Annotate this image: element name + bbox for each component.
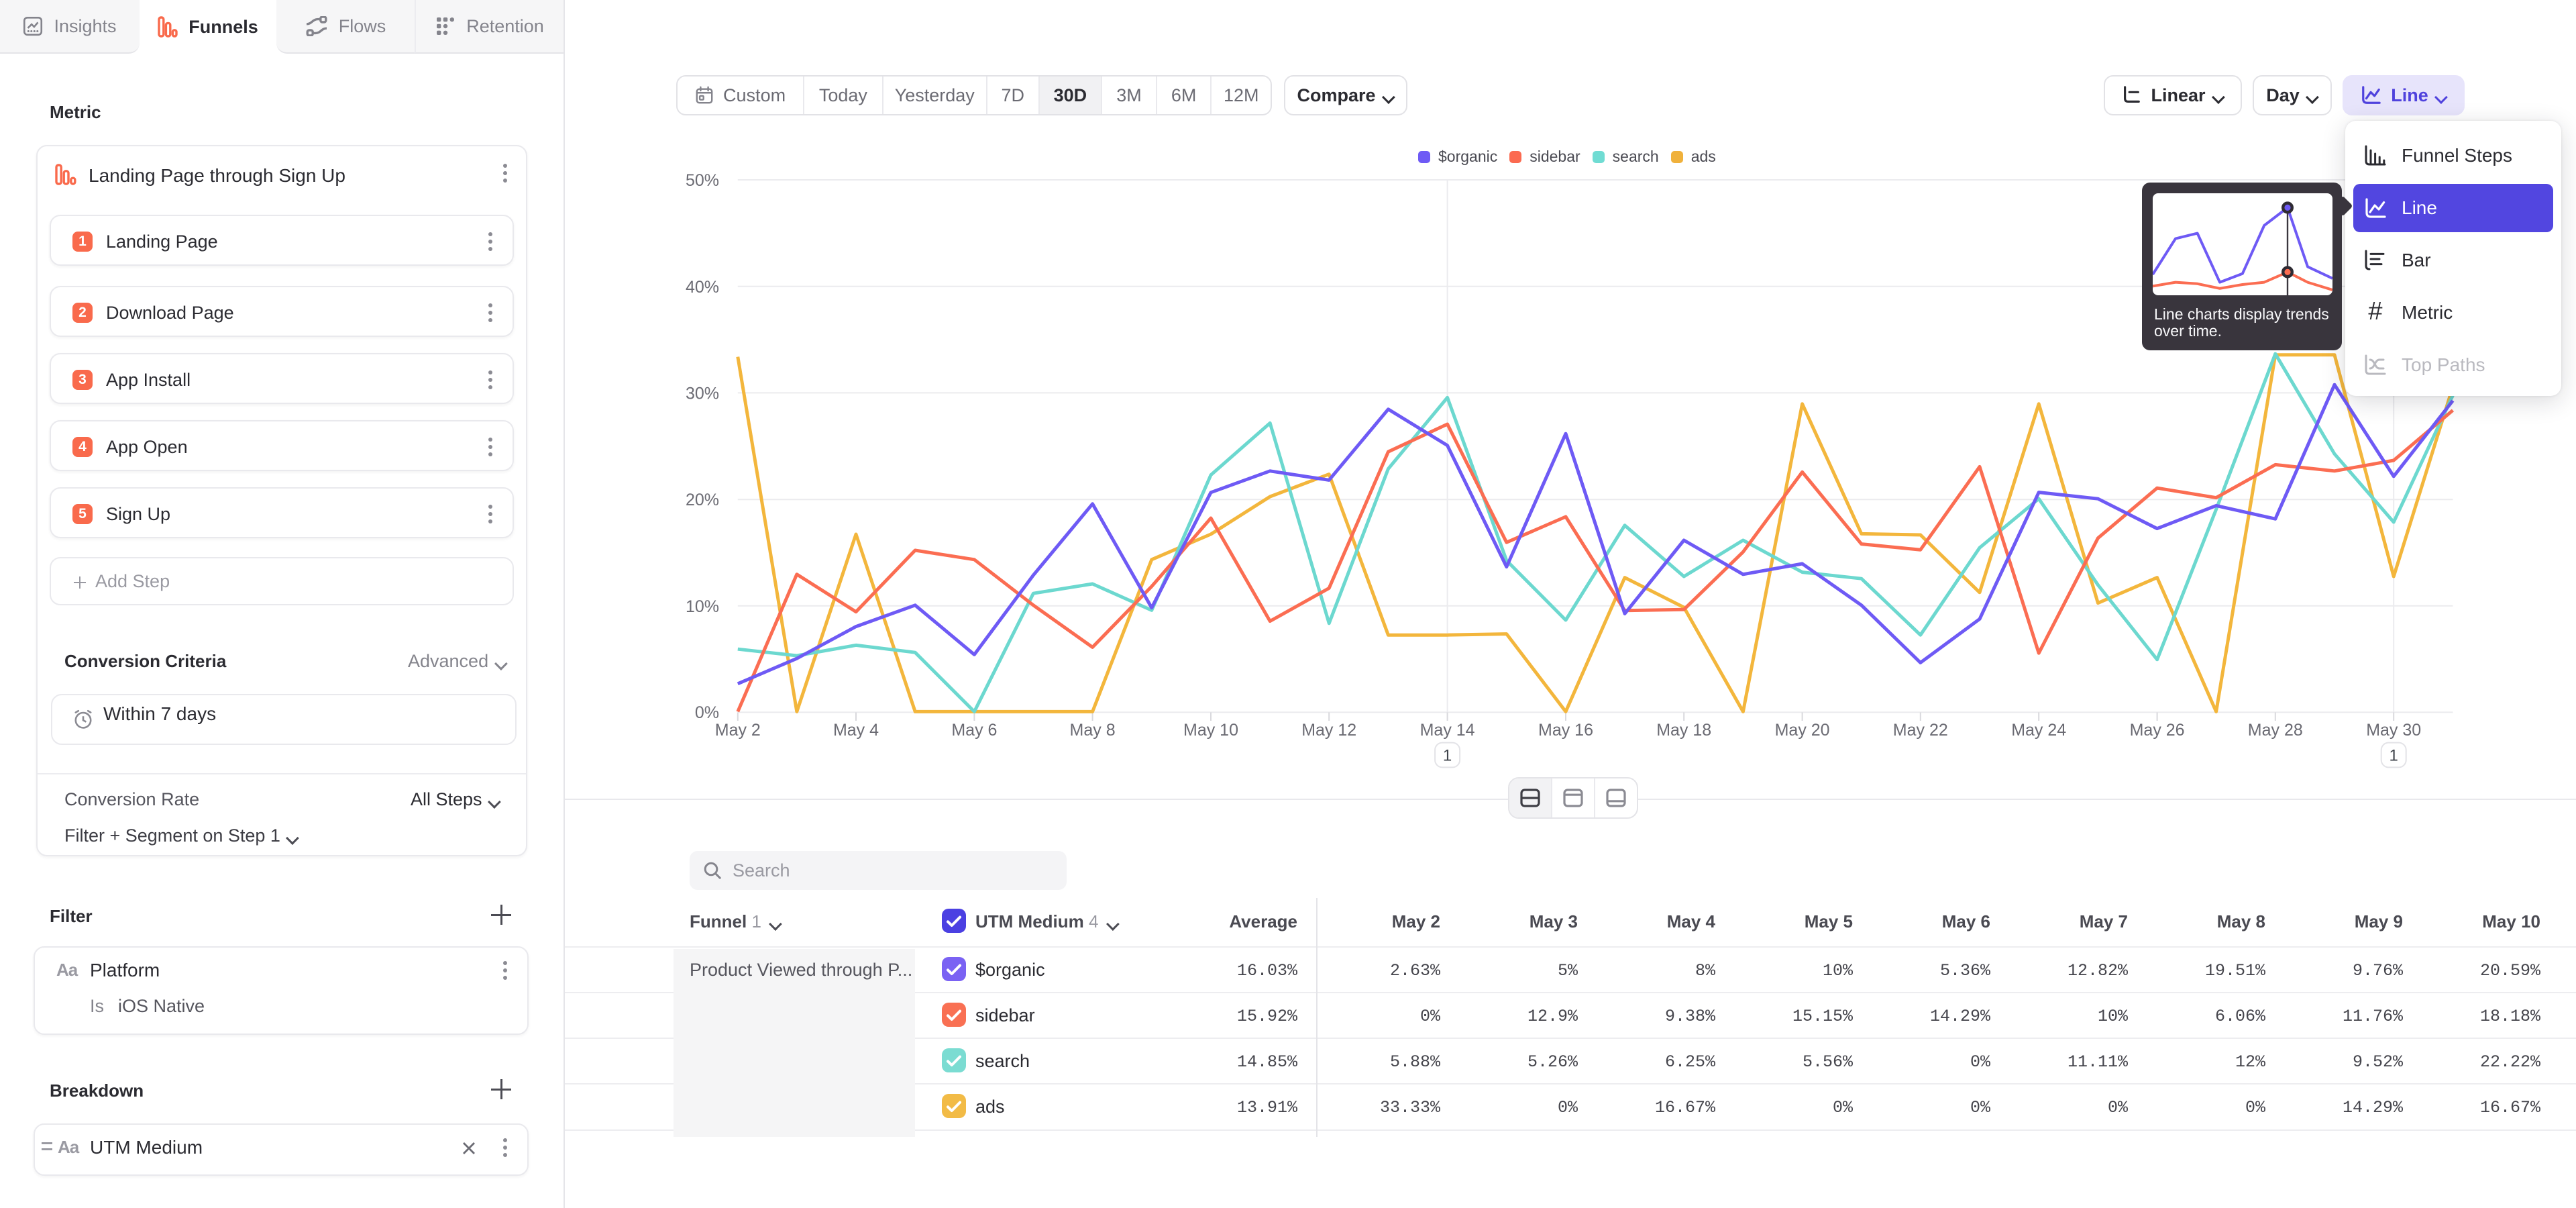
svg-text:May 12: May 12 (1301, 721, 1356, 740)
svg-text:May 10: May 10 (1183, 721, 1238, 740)
svg-text:May 30: May 30 (2366, 721, 2421, 740)
svg-text:May 6: May 6 (951, 721, 997, 740)
svg-text:May 24: May 24 (2011, 721, 2066, 740)
svg-text:May 2: May 2 (715, 721, 761, 740)
svg-text:40%: 40% (686, 278, 719, 297)
svg-text:30%: 30% (686, 384, 719, 403)
svg-text:May 16: May 16 (1538, 721, 1593, 740)
svg-text:May 28: May 28 (2248, 721, 2303, 740)
svg-text:May 22: May 22 (1893, 721, 1948, 740)
svg-text:1: 1 (1443, 747, 1452, 765)
svg-text:0%: 0% (695, 703, 719, 722)
svg-text:20%: 20% (686, 491, 719, 509)
svg-text:May 8: May 8 (1070, 721, 1116, 740)
svg-text:50%: 50% (686, 171, 719, 190)
svg-text:1: 1 (2390, 747, 2398, 765)
svg-text:10%: 10% (686, 597, 719, 616)
svg-text:May 14: May 14 (1420, 721, 1475, 740)
svg-text:May 26: May 26 (2130, 721, 2185, 740)
svg-text:May 18: May 18 (1656, 721, 1711, 740)
svg-text:May 20: May 20 (1775, 721, 1830, 740)
svg-text:May 4: May 4 (833, 721, 879, 740)
